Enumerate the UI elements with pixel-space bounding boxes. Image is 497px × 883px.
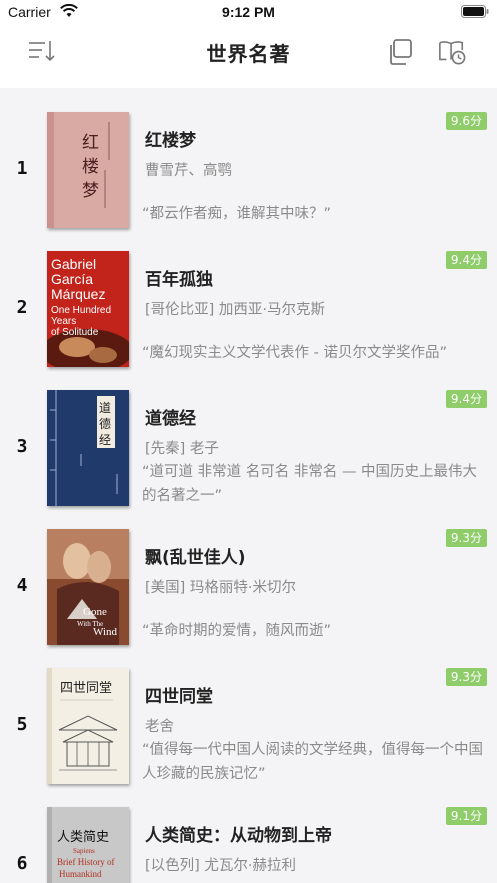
cover-text: Brief History of (57, 857, 115, 867)
book-list-item[interactable]: 1 红 楼 梦 红楼梦 曹雪芹、高鹗 “都云作者痴，谁解其中味？” 9.6分 (0, 88, 497, 228)
book-list-item[interactable]: 6 人类简史 Sapiens Brief History of Humankin… (0, 783, 497, 883)
cover-title-char: 经 (99, 433, 111, 447)
cover-text: Gone (83, 606, 107, 618)
book-title: 红楼梦 (145, 131, 196, 151)
rank-number: 1 (16, 158, 28, 179)
cover-title-char: 德 (99, 416, 111, 431)
book-cover: 道 德 经 (47, 390, 129, 506)
book-author: [以色列] 尤瓦尔·赫拉利 (145, 858, 297, 874)
book-author: [哥伦比亚] 加西亚·马尔克斯 (145, 302, 326, 318)
clock-label: 9:12 PM (222, 4, 275, 20)
book-title: 道德经 (145, 409, 196, 429)
cover-text: García (51, 271, 93, 287)
book-quote: “都云作者痴，谁解其中味？” (142, 206, 332, 222)
cover-title-char: 道 (99, 401, 111, 415)
book-author: [美国] 玛格丽特·米切尔 (145, 580, 297, 596)
cover-title-char: 梦 (82, 181, 99, 201)
book-quote: “道可道 非常道 名可名 非常名 — 中国历史上最伟大的名著之一” (142, 464, 478, 504)
book-cover: Gabriel García Márquez One Hundred Years… (47, 251, 129, 367)
book-cover: Gone With The Wind (47, 529, 129, 645)
book-quote: “魔幻现实主义文学代表作 - 诺贝尔文学奖作品” (142, 345, 447, 361)
cover-text: of Solitude (51, 327, 99, 338)
page-title: 世界名著 (206, 42, 291, 66)
score-badge: 9.4分 (445, 390, 487, 408)
book-quote: “值得每一代中国人阅读的文学经典，值得每一个中国人珍藏的民族记忆” (142, 742, 484, 782)
book-quote: “革命时期的爱情，随风而逝” (142, 623, 332, 639)
history-book-icon[interactable] (438, 38, 466, 66)
book-cover: 四世同堂 (47, 668, 129, 784)
score-badge: 9.3分 (445, 668, 487, 686)
cover-title-char: 楼 (82, 157, 99, 177)
book-cover: 人类简史 Sapiens Brief History of Humankind (47, 807, 129, 883)
book-list-item[interactable]: 2 Gabriel García Márquez One Hundred Yea… (0, 227, 497, 367)
score-badge: 9.3分 (445, 529, 487, 547)
copy-icon[interactable] (386, 38, 414, 66)
cover-text: Wind (93, 626, 117, 638)
rank-number: 6 (16, 853, 28, 874)
rank-number: 5 (16, 714, 28, 735)
cover-title-char: 四世同堂 (60, 681, 112, 696)
book-author: [先秦] 老子 (145, 441, 219, 457)
book-list-item[interactable]: 5 四世同堂 四世同堂 老舍 “值得每一代中国人阅读的文学经典，值得每一个中国人… (0, 644, 497, 784)
book-list-item[interactable]: 4 Gone With The Wind 飘(乱世佳人) [美国] 玛格丽特·米… (0, 505, 497, 645)
cover-text: Years (51, 316, 76, 327)
book-title: 百年孤独 (145, 270, 213, 290)
score-badge: 9.6分 (445, 112, 487, 130)
book-title: 人类简史：从动物到上帝 (145, 826, 332, 846)
rank-number: 3 (16, 436, 28, 457)
book-author: 老舍 (145, 719, 174, 735)
battery-icon (461, 5, 489, 18)
rank-number: 4 (16, 575, 28, 596)
cover-text: Márquez (51, 286, 105, 302)
score-badge: 9.4分 (445, 251, 487, 269)
cover-title-char: 红 (82, 133, 99, 153)
book-list[interactable]: 1 红 楼 梦 红楼梦 曹雪芹、高鹗 “都云作者痴，谁解其中味？” 9.6分 2 (0, 88, 497, 883)
cover-title: 人类简史 (57, 829, 109, 845)
status-bar: Carrier 9:12 PM (0, 0, 497, 26)
rank-number: 2 (16, 297, 28, 318)
book-author: 曹雪芹、高鹗 (145, 163, 232, 179)
book-title: 四世同堂 (145, 687, 213, 707)
cover-text: Sapiens (73, 847, 95, 855)
score-badge: 9.1分 (445, 807, 487, 825)
navigation-bar: 世界名著 (0, 26, 497, 88)
cover-text: Gabriel (51, 256, 96, 272)
book-cover: 红 楼 梦 (47, 112, 129, 228)
cover-text: One Hundred (51, 305, 111, 316)
book-title: 飘(乱世佳人) (145, 548, 246, 568)
book-list-item[interactable]: 3 道 德 经 道德经 [先秦] 老子 “道可道 非常道 名可名 非常名 — 中… (0, 366, 497, 506)
cover-text: Humankind (59, 869, 102, 879)
